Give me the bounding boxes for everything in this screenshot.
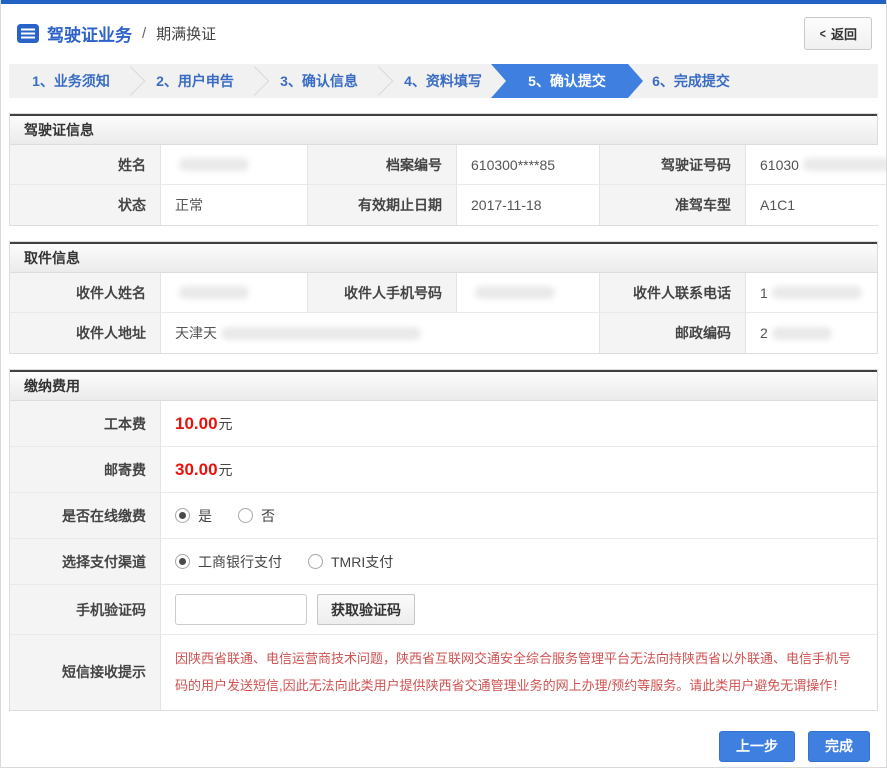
postcode-label: 邮政编码	[600, 313, 745, 353]
license-info-title: 驾驶证信息	[10, 114, 877, 145]
chevron-left-icon: <	[820, 26, 827, 41]
redacted-recipient-phone	[771, 286, 862, 299]
post-fee-amount: 30.00	[175, 459, 218, 479]
page-subtitle: 期满换证	[156, 26, 217, 43]
channel-tmri-label: TMRI支付	[331, 553, 394, 570]
redacted-recipient-mobile	[475, 286, 555, 299]
vehicle-class-value: A1C1	[745, 185, 886, 225]
step-1-business-notice[interactable]: 1、业务须知	[9, 64, 133, 98]
work-fee-value: 10.00 元	[160, 401, 877, 447]
online-pay-no-label: 否	[261, 507, 275, 524]
online-pay-yes-option[interactable]: 是	[175, 506, 212, 526]
radio-yes-icon[interactable]	[175, 508, 190, 523]
breadcrumb: 驾驶证业务 / 期满换证	[17, 21, 216, 46]
sms-code-row: 获取验证码	[160, 585, 877, 635]
step-5-confirm-submit-active[interactable]: 5、确认提交	[491, 64, 643, 98]
footer-actions: 上一步 完成	[1, 730, 870, 762]
step-6-complete-submit[interactable]: 6、完成提交	[629, 64, 753, 98]
name-label: 姓名	[10, 145, 160, 185]
expiry-label: 有效期止日期	[308, 185, 456, 225]
redacted-name	[179, 158, 249, 171]
status-value: 正常	[160, 185, 308, 225]
vehicle-class-label: 准驾车型	[600, 185, 745, 225]
work-fee-currency: 元	[218, 415, 233, 432]
work-fee-label: 工本费	[10, 401, 160, 447]
recipient-name-label: 收件人姓名	[10, 273, 160, 313]
prev-step-button[interactable]: 上一步	[719, 730, 795, 762]
sms-code-label: 手机验证码	[10, 585, 160, 635]
payment-section: 缴纳费用 工本费 10.00 元 邮寄费 30.00 元 是否在线缴费 是 否 选择…	[9, 369, 878, 711]
payment-title: 缴纳费用	[10, 370, 877, 401]
redacted-recipient-name	[179, 286, 249, 299]
radio-tmri-icon[interactable]	[308, 554, 323, 569]
license-info-section: 驾驶证信息 姓名 档案编号 610300****85 驾驶证号码 61030X …	[9, 113, 886, 226]
step-4-fill-data[interactable]: 4、资料填写	[381, 64, 505, 98]
recipient-phone-prefix: 1	[760, 284, 768, 301]
sms-code-input[interactable]	[175, 594, 307, 625]
license-no-prefix: 61030	[760, 156, 799, 173]
channel-label: 选择支付渠道	[10, 539, 160, 585]
recipient-address-prefix: 天津天	[175, 325, 217, 341]
page-title: 驾驶证业务	[47, 26, 132, 45]
notice-text: 因陕西省联通、电信运营商技术问题，陕西省互联网交通安全综合服务管理平台无法向持陕…	[175, 651, 852, 694]
page: 驾驶证业务 / 期满换证 < 返回 1、业务须知 2、用户申告 3、确认信息 4…	[0, 0, 887, 768]
back-button[interactable]: < 返回	[804, 17, 872, 50]
post-fee-label: 邮寄费	[10, 447, 160, 493]
recipient-mobile-label: 收件人手机号码	[308, 273, 456, 313]
online-pay-label: 是否在线缴费	[10, 493, 160, 539]
recipient-phone-value: 1	[745, 273, 877, 313]
notice-label: 短信接收提示	[10, 635, 160, 710]
file-no-value: 610300****85	[456, 145, 600, 185]
channel-tmri-option[interactable]: TMRI支付	[308, 552, 393, 572]
status-label: 状态	[10, 185, 160, 225]
expiry-value: 2017-11-18	[456, 185, 600, 225]
post-fee-value: 30.00 元	[160, 447, 877, 493]
step-2-user-declaration[interactable]: 2、用户申告	[133, 64, 257, 98]
header: 驾驶证业务 / 期满换证 < 返回	[1, 4, 886, 61]
pickup-info-title: 取件信息	[10, 242, 877, 273]
payment-table: 工本费 10.00 元 邮寄费 30.00 元 是否在线缴费 是 否 选择支付渠道 …	[10, 401, 877, 710]
recipient-address-value: 天津天	[160, 313, 600, 353]
channel-icbc-label: 工商银行支付	[198, 553, 282, 570]
radio-icbc-icon[interactable]	[175, 554, 190, 569]
channel-icbc-option[interactable]: 工商银行支付	[175, 552, 282, 572]
license-info-table: 姓名 档案编号 610300****85 驾驶证号码 61030X 状态 正常 …	[10, 145, 886, 225]
redacted-postcode	[771, 326, 832, 340]
recipient-address-label: 收件人地址	[10, 313, 160, 353]
channel-options: 工商银行支付 TMRI支付	[160, 539, 877, 585]
name-value	[160, 145, 308, 185]
recipient-phone-label: 收件人联系电话	[600, 273, 745, 313]
postcode-value: 2	[745, 313, 877, 353]
online-pay-radio-group: 是 否	[175, 506, 275, 526]
online-pay-options: 是 否	[160, 493, 877, 539]
pickup-info-table: 收件人姓名 收件人手机号码 收件人联系电话 1 收件人地址 天津天 邮政编码 2	[10, 273, 877, 353]
back-button-label: 返回	[830, 27, 857, 42]
online-pay-yes-label: 是	[198, 507, 212, 524]
file-no-label: 档案编号	[308, 145, 456, 185]
step-3-confirm-info[interactable]: 3、确认信息	[257, 64, 381, 98]
redacted-license-no	[802, 158, 886, 171]
list-icon	[17, 24, 39, 43]
postcode-prefix: 2	[760, 325, 768, 341]
finish-button[interactable]: 完成	[808, 730, 870, 762]
recipient-name-value	[160, 273, 308, 313]
get-code-button[interactable]: 获取验证码	[317, 594, 415, 625]
notice-value: 因陕西省联通、电信运营商技术问题，陕西省互联网交通安全综合服务管理平台无法向持陕…	[160, 635, 877, 710]
license-no-value: 61030X	[745, 145, 886, 185]
step-bar: 1、业务须知 2、用户申告 3、确认信息 4、资料填写 5、确认提交 6、完成提…	[9, 64, 878, 98]
pickup-info-section: 取件信息 收件人姓名 收件人手机号码 收件人联系电话 1 收件人地址 天津天 邮…	[9, 241, 878, 354]
post-fee-currency: 元	[218, 461, 233, 478]
channel-radio-group: 工商银行支付 TMRI支付	[175, 552, 393, 572]
online-pay-no-option[interactable]: 否	[238, 506, 275, 526]
radio-no-icon[interactable]	[238, 508, 253, 523]
breadcrumb-divider: /	[142, 25, 147, 42]
recipient-mobile-value	[456, 273, 600, 313]
redacted-recipient-address	[221, 326, 421, 340]
license-no-label: 驾驶证号码	[600, 145, 745, 185]
work-fee-amount: 10.00	[175, 413, 218, 433]
